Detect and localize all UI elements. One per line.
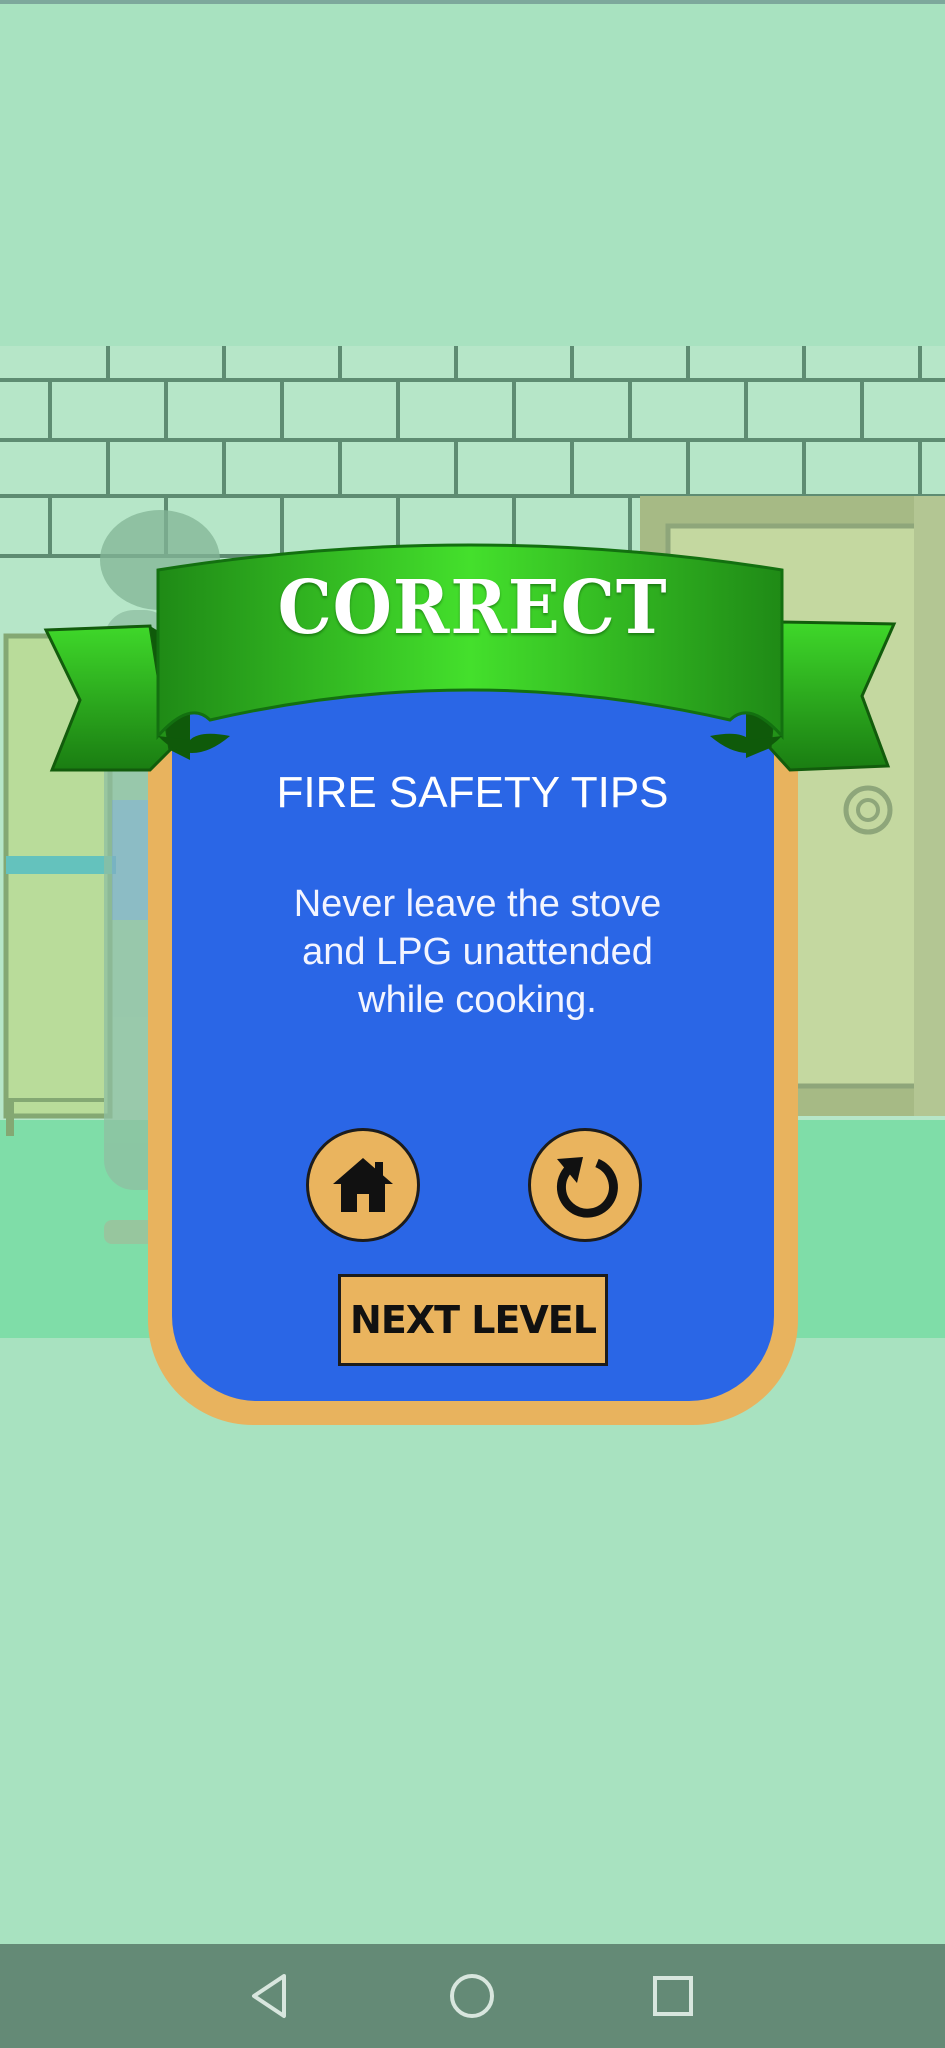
- replay-icon: [556, 1157, 618, 1218]
- recents-square-icon[interactable]: [643, 1966, 703, 2026]
- tips-heading: FIRE SAFETY TIPS: [276, 768, 669, 817]
- replay-button[interactable]: [528, 1128, 642, 1242]
- home-button[interactable]: [306, 1128, 420, 1242]
- banner-title: CORRECT: [277, 565, 668, 651]
- tip-text: Never leave the stove and LPG unattended…: [293, 883, 662, 1021]
- back-triangle-icon[interactable]: [240, 1966, 300, 2026]
- next-level-button[interactable]: NEXT LEVEL: [338, 1274, 608, 1366]
- home-circle-icon[interactable]: [442, 1966, 502, 2026]
- home-icon: [333, 1158, 393, 1212]
- system-navigation-bar: [0, 1944, 945, 2048]
